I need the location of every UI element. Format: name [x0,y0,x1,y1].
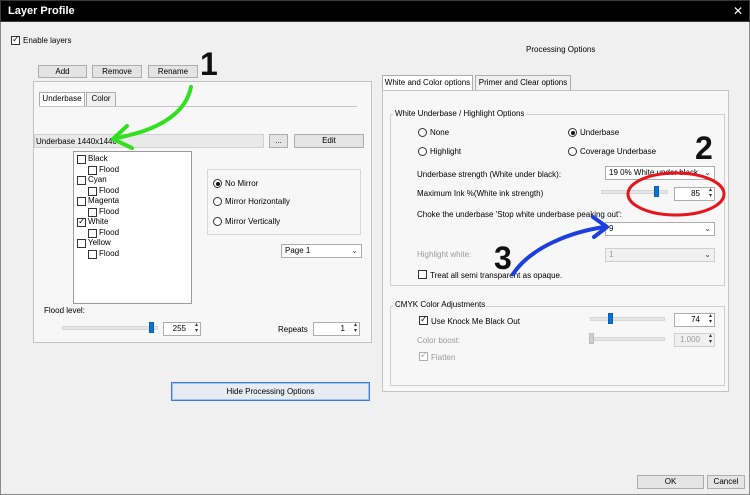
red-circle-highlight [626,171,726,217]
dialog-body: Enable layers Processing Options Add Rem… [0,22,750,495]
green-arrow-icon [111,85,193,150]
blue-arrow-icon [511,215,609,276]
annotation-overlay [111,85,726,276]
window-title: Layer Profile [8,5,75,17]
title-bar: Layer Profile ✕ [0,0,750,22]
close-icon[interactable]: ✕ [733,4,743,18]
